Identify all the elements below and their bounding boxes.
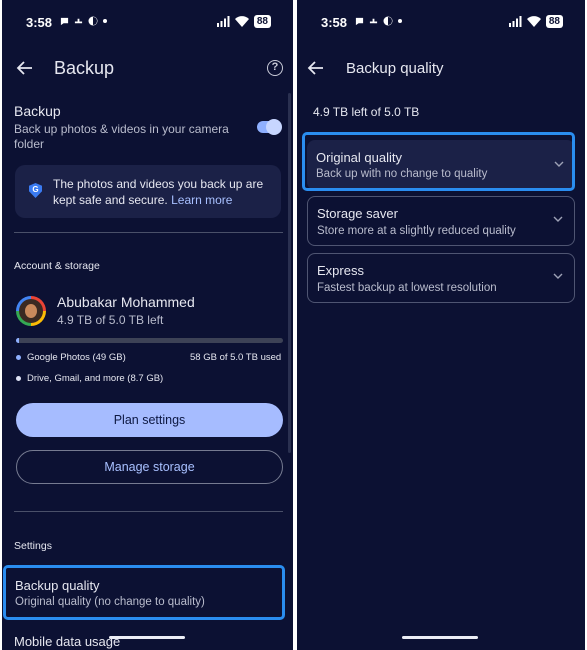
sync-icon	[88, 16, 98, 26]
backup-quality-screen: 3:58 88 Backup quality 4.9 TB left of 5.…	[297, 0, 585, 650]
backup-screen: 3:58 88 Backup ? Backup Back up photos &…	[2, 0, 293, 650]
status-time: 3:58	[26, 15, 53, 30]
backup-quality-value: Original quality (no change to quality)	[15, 596, 205, 608]
status-bar: 3:58 88	[297, 14, 585, 32]
legend-drive: Drive, Gmail, and more (8.7 GB)	[27, 373, 164, 384]
system-icons: 88	[216, 15, 271, 28]
page-title: Backup	[54, 58, 115, 78]
toggle-knob	[266, 119, 282, 135]
signal-icon	[508, 16, 522, 27]
legend-photos: Google Photos (49 GB)	[27, 352, 126, 363]
system-icons: 88	[508, 15, 563, 28]
back-arrow-icon[interactable]	[16, 59, 34, 77]
option-desc: Fastest backup at lowest resolution	[317, 282, 497, 294]
mobile-data-usage-item[interactable]: Mobile data usage	[14, 634, 120, 649]
app-icon	[369, 18, 378, 23]
notification-icons	[355, 16, 402, 26]
selected-option-highlight	[302, 132, 575, 191]
storage-left-text: 4.9 TB left of 5.0 TB	[313, 105, 420, 119]
more-notifications-icon	[103, 19, 107, 23]
avatar[interactable]	[16, 296, 46, 326]
shield-icon: G	[29, 183, 42, 198]
app-icon	[74, 18, 83, 23]
backup-toggle-subtitle: Back up photos & videos in your camera f…	[14, 122, 229, 151]
avatar-face	[25, 304, 37, 318]
option-name: Storage saver	[317, 206, 398, 221]
app-bar: Backup ?	[2, 50, 293, 86]
storage-bar-fill	[16, 338, 20, 343]
signal-icon	[216, 16, 230, 27]
help-icon[interactable]: ?	[267, 60, 283, 76]
legend-dot-photos	[16, 355, 21, 360]
section-label-settings: Settings	[14, 540, 52, 552]
backup-toggle[interactable]	[257, 119, 282, 135]
plan-settings-button[interactable]: Plan settings	[16, 403, 283, 437]
gesture-nav-bar[interactable]	[402, 636, 478, 639]
account-storage-left: 4.9 TB of 5.0 TB left	[57, 313, 164, 327]
chevron-down-icon	[553, 273, 563, 279]
chevron-down-icon	[553, 216, 563, 222]
option-storage-saver[interactable]: Storage saver Store more at a slightly r…	[307, 196, 575, 246]
gesture-nav-bar[interactable]	[109, 636, 185, 639]
chat-icon	[355, 17, 364, 25]
battery-icon: 88	[545, 15, 563, 28]
battery-icon: 88	[253, 15, 271, 28]
wifi-icon	[234, 16, 249, 27]
sync-icon	[383, 16, 393, 26]
chat-icon	[60, 17, 69, 25]
page-title: Backup quality	[346, 60, 444, 77]
backup-quality-title: Backup quality	[15, 578, 100, 593]
scrollbar[interactable]	[288, 93, 291, 453]
section-label-account: Account & storage	[14, 260, 100, 272]
backup-toggle-title: Backup	[14, 103, 61, 119]
back-arrow-icon[interactable]	[307, 59, 325, 77]
backup-info-card: G The photos and videos you back up are …	[15, 165, 281, 218]
divider	[14, 511, 283, 512]
storage-bar	[16, 338, 283, 343]
avatar-photo	[19, 299, 43, 323]
divider	[14, 232, 283, 233]
manage-storage-button[interactable]: Manage storage	[16, 450, 283, 484]
storage-used-text: 58 GB of 5.0 TB used	[190, 352, 282, 363]
option-name: Express	[317, 263, 364, 278]
info-text: The photos and videos you back up are ke…	[53, 176, 275, 208]
option-express[interactable]: Express Fastest backup at lowest resolut…	[307, 253, 575, 303]
wifi-icon	[526, 16, 541, 27]
legend-dot-drive	[16, 376, 21, 381]
app-bar: Backup quality	[297, 50, 585, 86]
option-desc: Store more at a slightly reduced quality	[317, 225, 516, 237]
status-time: 3:58	[321, 15, 348, 30]
account-name: Abubakar Mohammed	[57, 294, 195, 310]
more-notifications-icon	[398, 19, 402, 23]
notification-icons	[60, 16, 107, 26]
learn-more-link[interactable]: Learn more	[171, 193, 232, 207]
status-bar: 3:58 88	[2, 14, 293, 32]
backup-quality-item[interactable]: Backup quality Original quality (no chan…	[3, 565, 285, 620]
